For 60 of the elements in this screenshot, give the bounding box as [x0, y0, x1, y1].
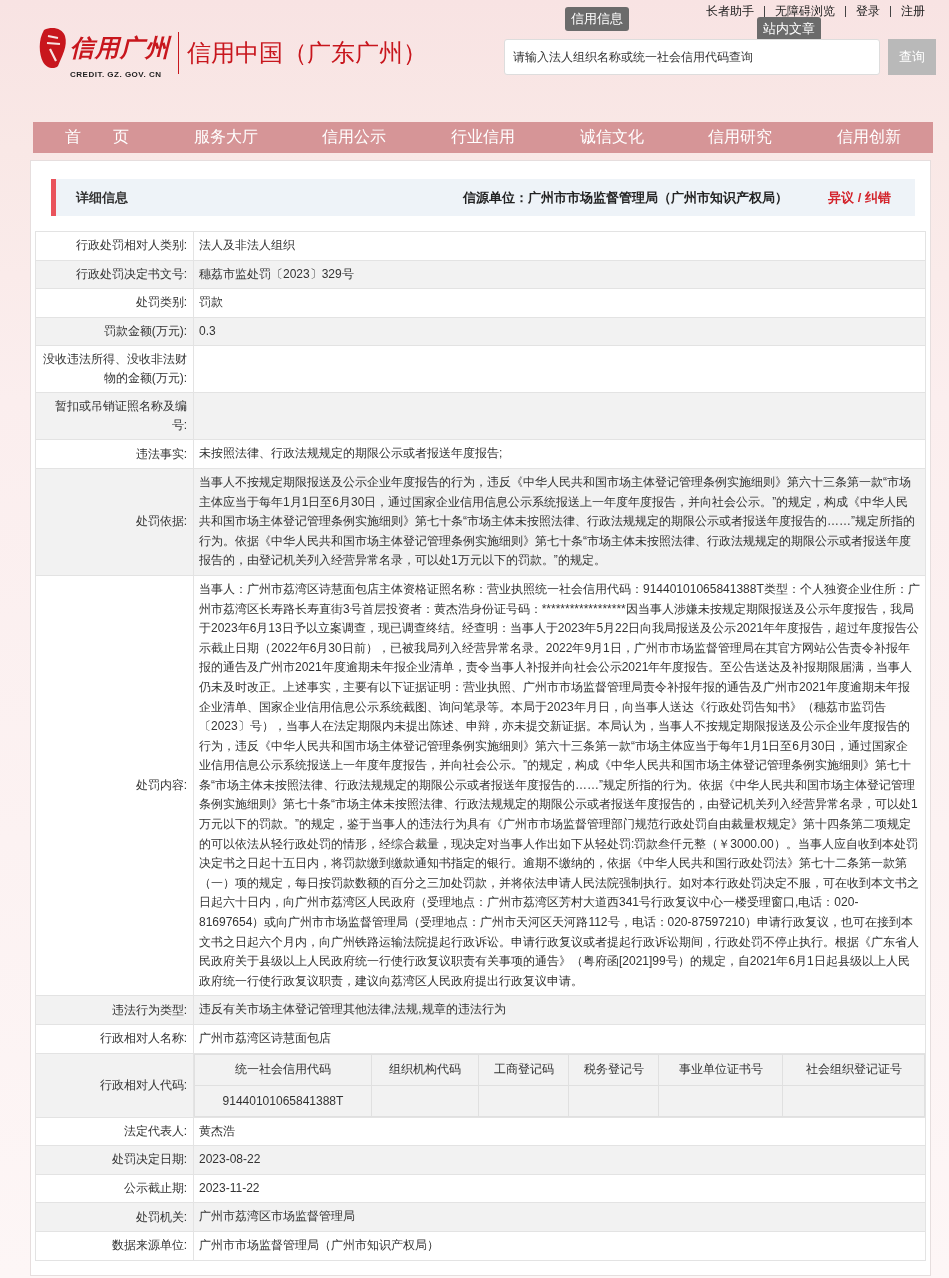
- field-label: 违法行为类型:: [35, 995, 194, 1025]
- objection-link[interactable]: 异议 / 纠错: [828, 188, 891, 207]
- field-label: 罚款金额(万元):: [35, 317, 194, 346]
- nav-item[interactable]: 信用公示: [290, 122, 419, 153]
- field-value: 罚款: [193, 288, 926, 318]
- field-value: 违反有关市场主体登记管理其他法律,法规,规章的违法行为: [193, 995, 926, 1025]
- field-label: 行政相对人名称:: [35, 1024, 194, 1054]
- nav-item[interactable]: 服务大厅: [161, 122, 291, 153]
- logo-icon: [38, 26, 68, 70]
- logo-text: 信用广州: [70, 33, 170, 63]
- field-label: 行政处罚决定书文号:: [35, 260, 194, 289]
- field-label: 处罚类别:: [35, 288, 194, 318]
- field-label: 处罚决定日期:: [35, 1145, 194, 1175]
- top-link[interactable]: 登录: [846, 3, 890, 20]
- tooltip: 站内文章: [757, 17, 821, 41]
- source-text: 信源单位：广州市市场监督管理局（广州市知识产权局）: [463, 188, 789, 207]
- field-label: 违法事实:: [35, 439, 194, 469]
- field-value: 0.3: [193, 317, 926, 346]
- nav-item[interactable]: 信用研究: [675, 122, 805, 153]
- top-link[interactable]: 注册: [891, 3, 935, 20]
- table-cell: 91440101065841388T: [194, 1085, 372, 1117]
- field-label: 法定代表人:: [35, 1117, 194, 1146]
- field-label: 没收违法所得、没收非法财物的金额(万元):: [35, 345, 194, 393]
- nav-item[interactable]: 首 页: [33, 122, 162, 153]
- field-label: 行政处罚相对人类别:: [35, 231, 194, 261]
- column-header: 税务登记号: [568, 1054, 659, 1086]
- field-value: 黄杰浩: [193, 1117, 926, 1146]
- search-field[interactable]: 请输入法人组织名称或统一社会信用代码查询: [504, 39, 880, 75]
- field-value: 当事人：广州市荔湾区诗慧面包店主体资格证照名称：营业执照统一社会信用代码：91440101065841388T类型：个人独资企业住所：广州市荔湾区长寿路长寿直街3号首层投资者：黄杰浩身份证号码：******************因当事人涉嫌未按规定期限报送及公示年度报告，我局于2023年6月13日予以立案调查，现已调查终结。经查明：当事人于2023年5月22日向我局报送及公示2021年年度报告，超过年度报告公示截止日期（2022年6月30日前），已被我局列入经营异常名录。2022年9月1日，广州市市场监督管理局在其官方网站公告责令补报年报的通告及广州市2021年度逾期未年报企业清单，责令当事人补报并向社会公示2021年年度报告。至公告送达及补报期限届满，当事人仍未及时改正。上述事实，主要有以下证据证明：营业执照、广州市市场监督管理局责令补报年报的通告及广州市2021年度逾期未年报企业清单、国家企业信用信息公示系统截图、询问笔录等。本局于2023年月日，向当事人送达《行政处罚告知书》（穗荔市监罚告〔2023〕号），当事人在法定期限内未提出陈述、申辩，亦未提交新证据。本局认为，当事人不按规定期限报送及公示企业年度报告的行为，违反《中华人民共和国市场主体登记管理条例实施细则》第六十三条第一款“市场主体应当于每年1月1日至6月30日，通过国家企业信用信息公示系统报送上一年度年度报告，并向社会公示。”的规定，构成《中华人民共和国市场主体登记管理条例实施细则》第七十条“市场主体未按照法律、行政法规规定的期限公示或者报送年度报告的……”规定所指的行为。依据《中华人民共和国市场主体登记管理条例实施细则》第七十条“市场主体未按照法律、行政法规规定的期限公示或者报送年度报告的，由登记机关列入经营异常名录，可以处1万元以下的罚款。”的规定，鉴于当事人的违法行为具有《广州市市场监督管理部门规范行政处罚自由裁量权规定》第十四条第二项规定的可以依法从轻行政处罚的情形，经综合裁量，现决定对当事人作出如下从轻处罚:罚款叁仟元整（￥3000.00）。当事人应自收到本处罚决定书之日起十五日内，将罚款缴到缴款通知书指定的银行。逾期不缴纳的，依据《中华人民共和国行政处罚法》第七十二条第一款第（一）项的规定，每日按罚款数额的百分之三加处罚款，并将依法申请人民法院强制执行。如对本行政处罚决定不服，可在收到本文书之日起六十日内，向广州市荔湾区人民政府（受理地点：广州市荔湾区芳村大道西341号行政复议中心一楼受理窗口,电话：020-81697654）或向广州市市场监督管理局（受理地点：广州市天河区天河路112号，电话：020-87597210）申请行政复议，也可在接到本文书之日起六个月内，向广州铁路运输法院提起行政诉讼。申请行政复议或者提起行政诉讼期间，行政处罚不停止执行。根据《广东省人民政府关于县级以上人民政府统一行使行政复议职责有关事项的通告》（粤府函[2021]99号）的规定，自2021年6月1日起县级以上人民政府统一行使行政复议职责，建议向荔湾区人民政府提出行政复议申请。: [193, 575, 926, 996]
- field-label: 处罚机关:: [35, 1202, 194, 1232]
- top-link[interactable]: 无障碍浏览: [765, 3, 845, 20]
- top-link[interactable]: 长者助手: [696, 3, 764, 20]
- field-value: 广州市荔湾区诗慧面包店: [193, 1024, 926, 1054]
- field-value: 法人及非法人组织: [193, 231, 926, 261]
- field-label: 数据来源单位:: [35, 1231, 194, 1261]
- column-header: 统一社会信用代码: [194, 1054, 372, 1086]
- field-value: 当事人不按规定期限报送及公示企业年度报告的行为，违反《中华人民共和国市场主体登记管理条例实施细则》第六十三条第一款“市场主体应当于每年1月1日至6月30日，通过国家企业信用信息公示系统报送上一年度年度报告，并向社会公示。”的规定，构成《中华人民共和国市场主体登记管理条例实施细则》第七十条“市场主体未按照法律、行政法规规定的期限公示或者报送年度报告的……”规定所指的行为。依据《中华人民共和国市场主体登记管理条例实施细则》第七十条“市场主体未按照法律、行政法规规定的期限公示或者报送年度报告的，由登记机关列入经营异常名录，可以处1万元以下的罚款。”的规定。: [193, 468, 926, 576]
- field-value: 未按照法律、行政法规规定的期限公示或者报送年度报告;: [193, 439, 926, 469]
- column-header: 组织机构代码: [371, 1054, 479, 1086]
- nav-item[interactable]: 诚信文化: [547, 122, 676, 153]
- field-label: 处罚内容:: [35, 575, 194, 996]
- field-label: 公示截止期:: [35, 1174, 194, 1203]
- field-label: 行政相对人代码:: [35, 1053, 194, 1118]
- column-header: 工商登记码: [478, 1054, 569, 1086]
- column-header: 社会组织登记证号: [783, 1054, 925, 1086]
- field-value: 2023-11-22: [193, 1174, 926, 1203]
- field-label: 处罚依据:: [35, 468, 194, 576]
- search-button[interactable]: 查询: [888, 39, 936, 75]
- site-title: 信用中国（广东广州）: [187, 37, 427, 68]
- logo-domain: CREDIT. GZ. GOV. CN: [70, 70, 162, 79]
- field-value: 2023-08-22: [193, 1145, 926, 1175]
- nav-item[interactable]: 行业信用: [418, 122, 548, 153]
- tooltip: 信用信息: [565, 7, 629, 31]
- detail-title: 详细信息: [76, 188, 129, 207]
- field-value: 广州市荔湾区市场监督管理局: [193, 1202, 926, 1232]
- field-value: 穗荔市监处罚〔2023〕329号: [193, 260, 926, 289]
- nav-item[interactable]: 信用创新: [804, 122, 934, 153]
- field-value: 广州市市场监督管理局（广州市知识产权局）: [193, 1231, 926, 1261]
- column-header: 事业单位证书号: [658, 1054, 783, 1086]
- field-label: 暂扣或吊销证照名称及编号:: [35, 392, 194, 440]
